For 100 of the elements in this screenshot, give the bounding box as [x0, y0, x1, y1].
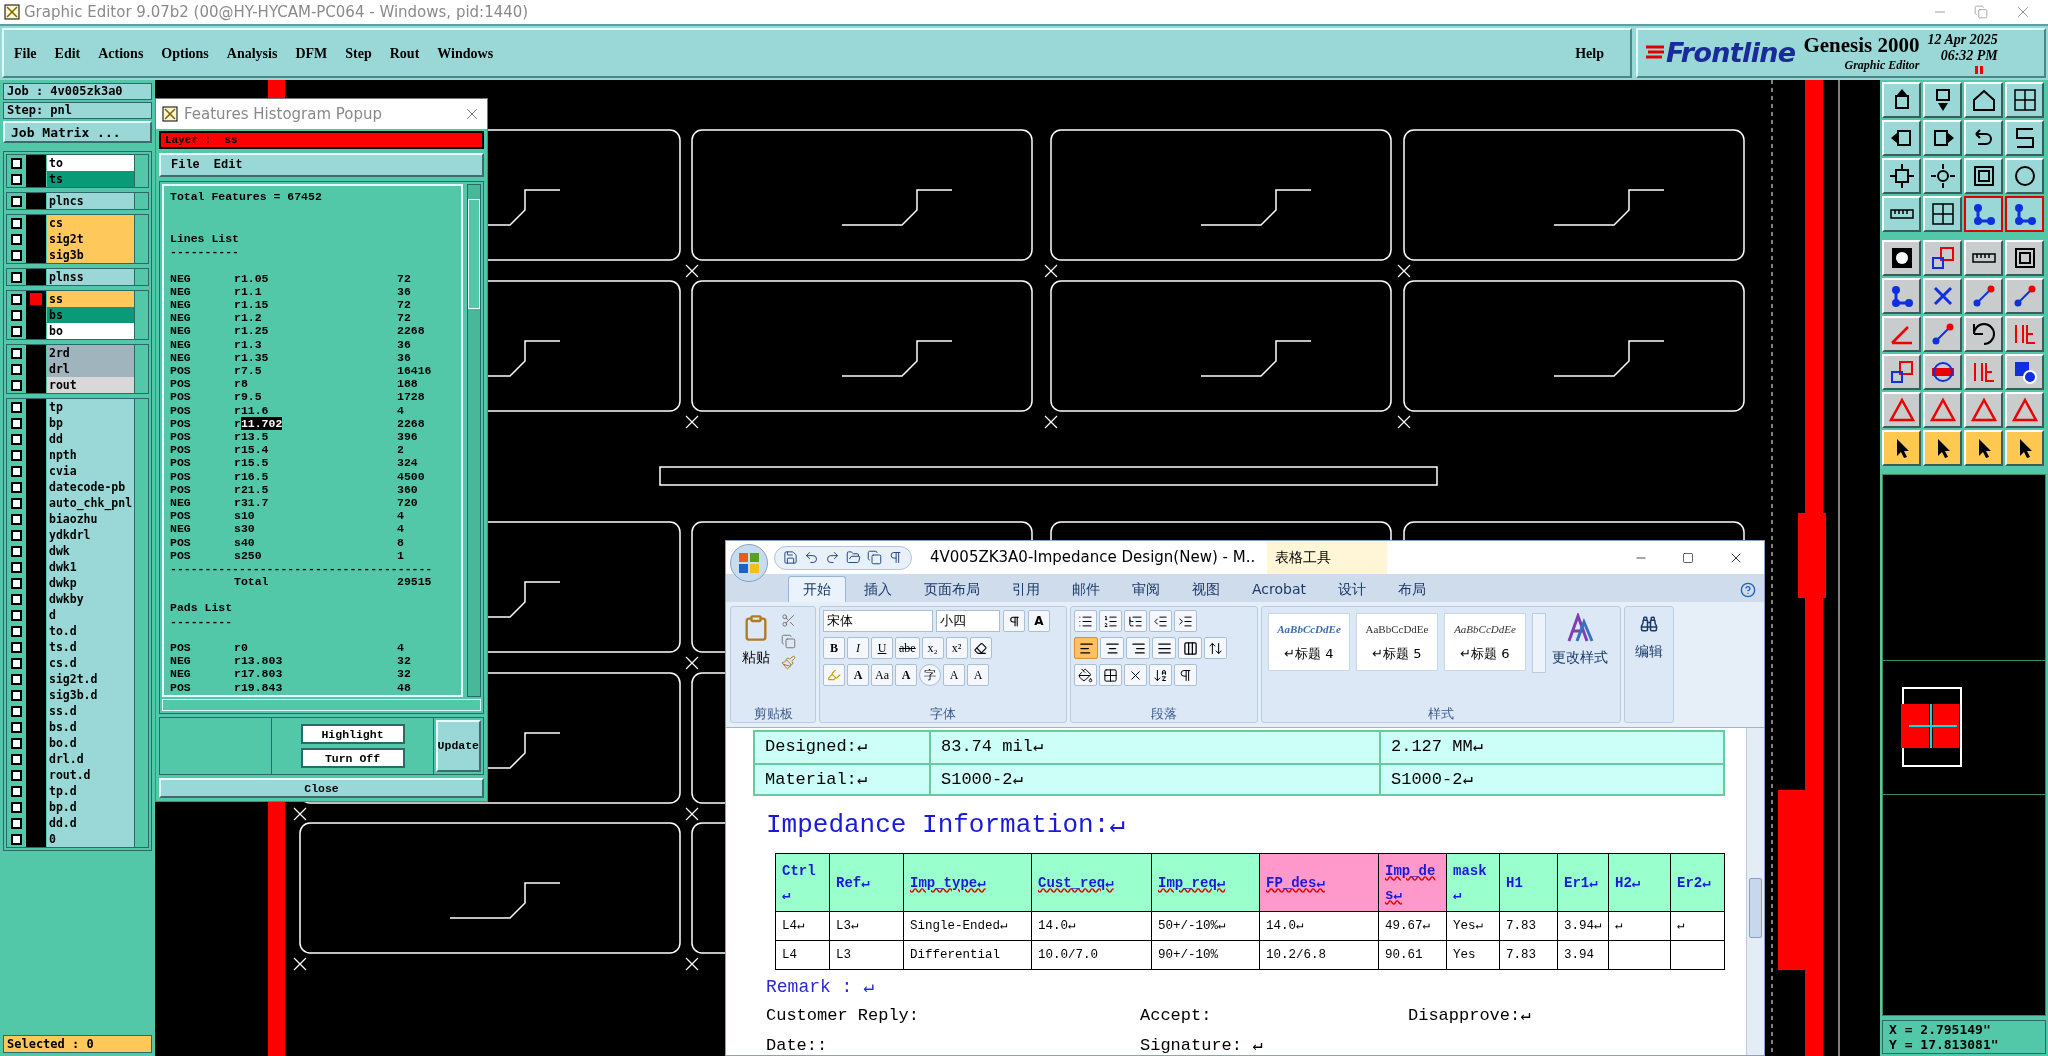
office-button[interactable]	[730, 544, 768, 582]
layer-checkbox[interactable]	[11, 325, 22, 337]
font-face-field[interactable]: 宋体	[823, 610, 933, 632]
menu-item[interactable]: Actions	[98, 42, 144, 64]
font-size-field[interactable]: 小四	[936, 610, 1000, 632]
layer-checkbox[interactable]	[11, 449, 22, 461]
ribbon-tab[interactable]: 邮件	[1058, 576, 1114, 602]
document-scrollbar[interactable]	[1746, 728, 1764, 1055]
layer-checkbox[interactable]	[11, 513, 22, 525]
align-button[interactable]	[1152, 637, 1176, 659]
layer-name[interactable]: ss	[47, 291, 135, 307]
layer-name[interactable]: sig3b.d	[47, 687, 135, 703]
paste-button[interactable]: 粘贴	[731, 607, 781, 704]
layer-name[interactable]: bo	[47, 323, 135, 339]
layer-name[interactable]: sig3b	[47, 247, 135, 263]
clear-format-button[interactable]	[969, 637, 992, 659]
layer-name[interactable]: npth	[47, 447, 135, 463]
change-styles-button[interactable]: 更改样式	[1552, 613, 1608, 668]
outdent-button[interactable]	[1149, 610, 1172, 632]
layer-name[interactable]: dwk	[47, 543, 135, 559]
layer-checkbox[interactable]	[11, 465, 22, 477]
layer-name[interactable]: sig2t	[47, 231, 135, 247]
layer-name[interactable]: biaozhu	[47, 511, 135, 527]
layer-name[interactable]: auto_chk_pnl	[47, 495, 135, 511]
horizontal-scrollbar[interactable]	[162, 699, 481, 711]
format-button[interactable]: abe	[895, 637, 920, 659]
layer-checkbox[interactable]	[11, 545, 22, 557]
layer-name[interactable]: dwk1	[47, 559, 135, 575]
layer-name[interactable]: dwkp	[47, 575, 135, 591]
shading-button[interactable]	[1074, 664, 1097, 686]
layer-name[interactable]: bs.d	[47, 719, 135, 735]
indent-button[interactable]	[1174, 610, 1197, 632]
highlight-color-button[interactable]	[823, 664, 845, 686]
layer-checkbox[interactable]	[11, 625, 22, 637]
ribbon-tab[interactable]: 布局	[1384, 576, 1440, 602]
layer-checkbox[interactable]	[11, 529, 22, 541]
layer-checkbox[interactable]	[11, 689, 22, 701]
numbering-button[interactable]	[1099, 610, 1122, 632]
align-button[interactable]	[1100, 637, 1124, 659]
turn-off-button[interactable]: Turn Off	[300, 748, 405, 768]
layer-checkbox[interactable]	[11, 157, 22, 169]
layer-name[interactable]: dd	[47, 431, 135, 447]
layer-name[interactable]: d	[47, 607, 135, 623]
layer-name[interactable]: to.d	[47, 623, 135, 639]
format-button[interactable]: x₂	[921, 637, 944, 659]
layer-checkbox[interactable]	[11, 785, 22, 797]
layer-name[interactable]: ydkdrl	[47, 527, 135, 543]
layer-checkbox[interactable]	[11, 721, 22, 733]
menu-item[interactable]: File	[14, 42, 37, 64]
layer-checkbox[interactable]	[11, 705, 22, 717]
layer-name[interactable]: cs.d	[47, 655, 135, 671]
layer-checkbox[interactable]	[11, 173, 22, 185]
layer-checkbox[interactable]	[11, 293, 22, 305]
layer-checkbox[interactable]	[11, 271, 22, 283]
layer-name[interactable]: bp.d	[47, 799, 135, 815]
align-button[interactable]	[1074, 637, 1098, 659]
bullets-button[interactable]	[1074, 610, 1097, 632]
layer-checkbox[interactable]	[11, 769, 22, 781]
font-style-button[interactable]: A	[943, 664, 965, 686]
layer-checkbox[interactable]	[11, 817, 22, 829]
menu-item[interactable]: Windows	[437, 42, 494, 64]
layer-checkbox[interactable]	[11, 363, 22, 375]
layer-checkbox[interactable]	[11, 641, 22, 653]
sort-button[interactable]	[1149, 664, 1172, 686]
job-matrix-button[interactable]: Job Matrix ...	[3, 121, 152, 143]
phonetic-button[interactable]	[1003, 610, 1025, 632]
layer-checkbox[interactable]	[11, 347, 22, 359]
maximize-icon[interactable]	[1682, 551, 1694, 564]
menu-item[interactable]: DFM	[295, 42, 328, 64]
font-style-button[interactable]: A	[847, 664, 869, 686]
line-spacing-button[interactable]	[1204, 637, 1227, 659]
ribbon-tab[interactable]: Acrobat	[1238, 576, 1320, 602]
layer-name[interactable]: drl.d	[47, 751, 135, 767]
menu-item[interactable]: Help	[1575, 42, 1604, 64]
layer-checkbox[interactable]	[11, 737, 22, 749]
layer-name[interactable]: dwkby	[47, 591, 135, 607]
ribbon-tab[interactable]: 开始	[788, 576, 846, 602]
menu-item[interactable]: Rout	[389, 42, 420, 64]
vertical-scrollbar[interactable]	[467, 184, 481, 697]
layer-name[interactable]: sig2t.d	[47, 671, 135, 687]
layer-checkbox[interactable]	[11, 577, 22, 589]
ribbon-tab[interactable]: 页面布局	[910, 576, 994, 602]
layer-name[interactable]: datecode-pb	[47, 479, 135, 495]
layer-name[interactable]: rout.d	[47, 767, 135, 783]
char-border-button[interactable]: A	[1028, 610, 1050, 632]
ribbon-tab[interactable]: 审阅	[1118, 576, 1174, 602]
multilevel-button[interactable]	[1124, 610, 1147, 632]
layer-checkbox[interactable]	[11, 593, 22, 605]
layer-name[interactable]: ss.d	[47, 703, 135, 719]
layer-name[interactable]: 2rd	[47, 345, 135, 361]
ribbon-tab[interactable]: 插入	[850, 576, 906, 602]
editing-button[interactable]: 编辑	[1624, 606, 1674, 723]
style-preview[interactable]: AaBbCcDdEe ↵标题 5	[1356, 613, 1438, 671]
align-button[interactable]	[1178, 637, 1202, 659]
font-style-button[interactable]: A	[967, 664, 989, 686]
layout-button[interactable]	[1124, 664, 1147, 686]
font-style-button[interactable]: Aa	[871, 664, 893, 686]
style-preview[interactable]: AaBbCcDdEe ↵标题 4	[1268, 613, 1350, 671]
layer-checkbox[interactable]	[11, 497, 22, 509]
layer-checkbox[interactable]	[11, 801, 22, 813]
